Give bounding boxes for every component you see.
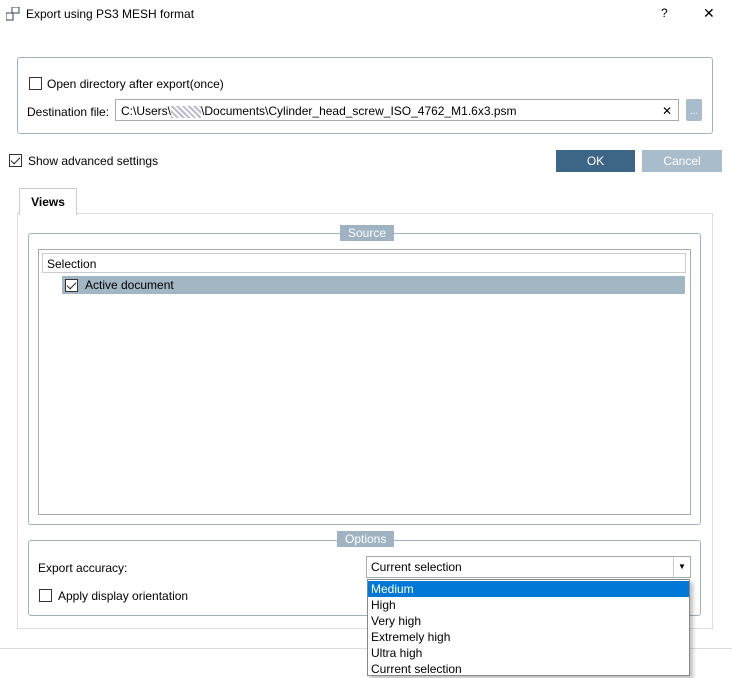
selection-column-header: Selection	[42, 253, 686, 273]
destination-input[interactable]: C:\Users\ \Documents\Cylinder_head_screw_…	[115, 99, 679, 121]
tab-views[interactable]: Views	[19, 188, 77, 215]
dropdown-item-current-selection[interactable]: Current selection	[368, 661, 689, 677]
ok-button[interactable]: OK	[556, 150, 635, 172]
accuracy-dropdown-list: Medium High Very high Extremely high Ult…	[367, 579, 690, 676]
source-legend: Source	[340, 225, 395, 241]
dropdown-item-very-high[interactable]: Very high	[368, 613, 689, 629]
destination-prefix: C:\Users\	[121, 104, 172, 118]
help-button[interactable]: ?	[661, 6, 668, 20]
dropdown-item-medium[interactable]: Medium	[368, 581, 689, 597]
app-icon	[5, 6, 20, 21]
export-accuracy-label: Export accuracy:	[38, 561, 128, 575]
open-directory-checkbox[interactable]	[29, 77, 42, 90]
active-document-label: Active document	[85, 278, 174, 292]
active-document-checkbox[interactable]	[65, 279, 78, 292]
chevron-down-icon[interactable]: ▼	[673, 557, 690, 577]
export-accuracy-value: Current selection	[371, 560, 462, 574]
advanced-settings-checkbox[interactable]	[9, 154, 22, 167]
tab-label: Views	[31, 195, 65, 209]
cancel-button[interactable]: Cancel	[642, 150, 722, 172]
destination-label: Destination file:	[27, 105, 110, 119]
close-button[interactable]: ✕	[703, 5, 715, 22]
clear-icon[interactable]: ✕	[662, 100, 672, 122]
dropdown-item-ultra-high[interactable]: Ultra high	[368, 645, 689, 661]
options-legend: Options	[337, 531, 395, 547]
export-target-group	[17, 57, 713, 134]
destination-suffix: \Documents\Cylinder_head_screw_ISO_4762_…	[201, 104, 517, 118]
open-directory-label: Open directory after export(once)	[47, 77, 224, 91]
export-accuracy-select[interactable]: Current selection ▼	[366, 556, 691, 578]
advanced-settings-label: Show advanced settings	[28, 154, 159, 168]
apply-orientation-label: Apply display orientation	[58, 589, 189, 603]
redacted-username	[171, 105, 202, 118]
dropdown-item-extremely-high[interactable]: Extremely high	[368, 629, 689, 645]
dropdown-item-high[interactable]: High	[368, 597, 689, 613]
browse-button[interactable]: ...	[686, 99, 702, 121]
window-title: Export using PS3 MESH format	[26, 7, 195, 21]
apply-orientation-checkbox[interactable]	[39, 589, 52, 602]
